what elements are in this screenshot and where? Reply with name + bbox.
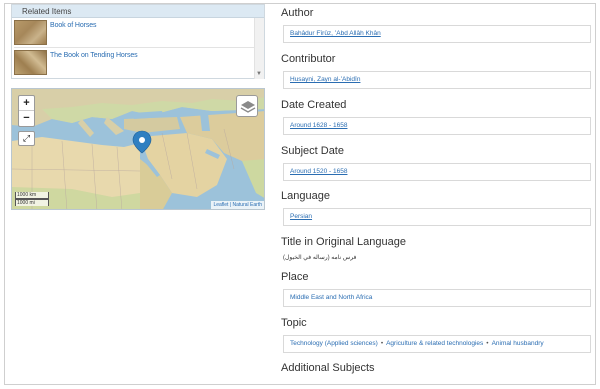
- additional-subjects-label: Additional Subjects: [281, 362, 375, 374]
- subject-date-link[interactable]: Around 1520 - 1658: [290, 168, 347, 175]
- list-item[interactable]: Book of Horses: [14, 20, 254, 48]
- original-title-value: فرس نامه (رساله في الخيول): [283, 255, 357, 261]
- manuscript-thumbnail[interactable]: [14, 20, 47, 45]
- subject-date-label: Subject Date: [281, 145, 344, 157]
- language-label: Language: [281, 190, 330, 202]
- topic-label: Topic: [281, 317, 307, 329]
- layers-icon: [240, 101, 256, 113]
- topic-separator: •: [486, 340, 489, 347]
- date-created-field: Around 1628 - 1658: [283, 117, 591, 135]
- author-link[interactable]: Bahâdur Fîrûz, ʻAbd Allâh Khân: [290, 30, 381, 37]
- related-items-header: Related Items: [12, 5, 264, 18]
- contributor-link[interactable]: Husayni, Zayn al-ʻAbidîn: [290, 76, 360, 83]
- contributor-label: Contributor: [281, 53, 336, 65]
- language-field: Persian: [283, 208, 591, 226]
- map-zoom-control: + −: [18, 95, 35, 127]
- date-created-label: Date Created: [281, 99, 347, 111]
- list-item[interactable]: The Book on Tending Horses: [14, 50, 254, 78]
- related-item-link[interactable]: Book of Horses: [50, 22, 97, 29]
- related-item-link[interactable]: The Book on Tending Horses: [50, 52, 138, 59]
- topic-link[interactable]: Agriculture & related technologies: [386, 340, 483, 347]
- map-scale: 1000 km 1000 mi: [15, 192, 49, 206]
- location-map[interactable]: + − ⤢ 1000 km 1000 mi Leaflet | Natural …: [11, 88, 265, 210]
- map-canvas: [12, 89, 264, 209]
- topic-link[interactable]: Technology (Applied sciences): [290, 340, 378, 347]
- contributor-field: Husayni, Zayn al-ʻAbidîn: [283, 71, 591, 89]
- expand-icon: ⤢: [22, 133, 31, 143]
- place-link[interactable]: Middle East and North Africa: [290, 294, 372, 301]
- layers-button[interactable]: [236, 95, 258, 117]
- language-link[interactable]: Persian: [290, 213, 312, 220]
- zoom-in-button[interactable]: +: [19, 96, 34, 111]
- scale-mi: 1000 mi: [15, 199, 49, 206]
- topic-separator: •: [380, 340, 384, 347]
- original-title-label: Title in Original Language: [281, 236, 406, 248]
- related-items-scrollbar[interactable]: ▼: [254, 18, 264, 79]
- place-label: Place: [281, 271, 309, 283]
- topic-field: Technology (Applied sciences) • Agricultur…: [283, 335, 591, 353]
- author-label: Author: [281, 7, 314, 19]
- author-field: Bahâdur Fîrûz, ʻAbd Allâh Khân: [283, 25, 591, 43]
- date-created-link[interactable]: Around 1628 - 1658: [290, 122, 347, 129]
- place-field: Middle East and North Africa: [283, 289, 591, 307]
- related-items-panel: Related Items Book of Horses The Book on…: [11, 4, 265, 79]
- map-attribution[interactable]: Leaflet | Natural Earth: [211, 201, 264, 209]
- manuscript-thumbnail[interactable]: [14, 50, 47, 75]
- scale-km: 1000 km: [15, 192, 49, 199]
- scroll-down-icon[interactable]: ▼: [256, 71, 262, 77]
- fullscreen-button[interactable]: ⤢: [18, 131, 35, 146]
- subject-date-field: Around 1520 - 1658: [283, 163, 591, 181]
- zoom-out-button[interactable]: −: [19, 111, 34, 126]
- topic-link[interactable]: Animal husbandry: [492, 340, 544, 347]
- related-items-list: Book of Horses The Book on Tending Horse…: [12, 18, 264, 79]
